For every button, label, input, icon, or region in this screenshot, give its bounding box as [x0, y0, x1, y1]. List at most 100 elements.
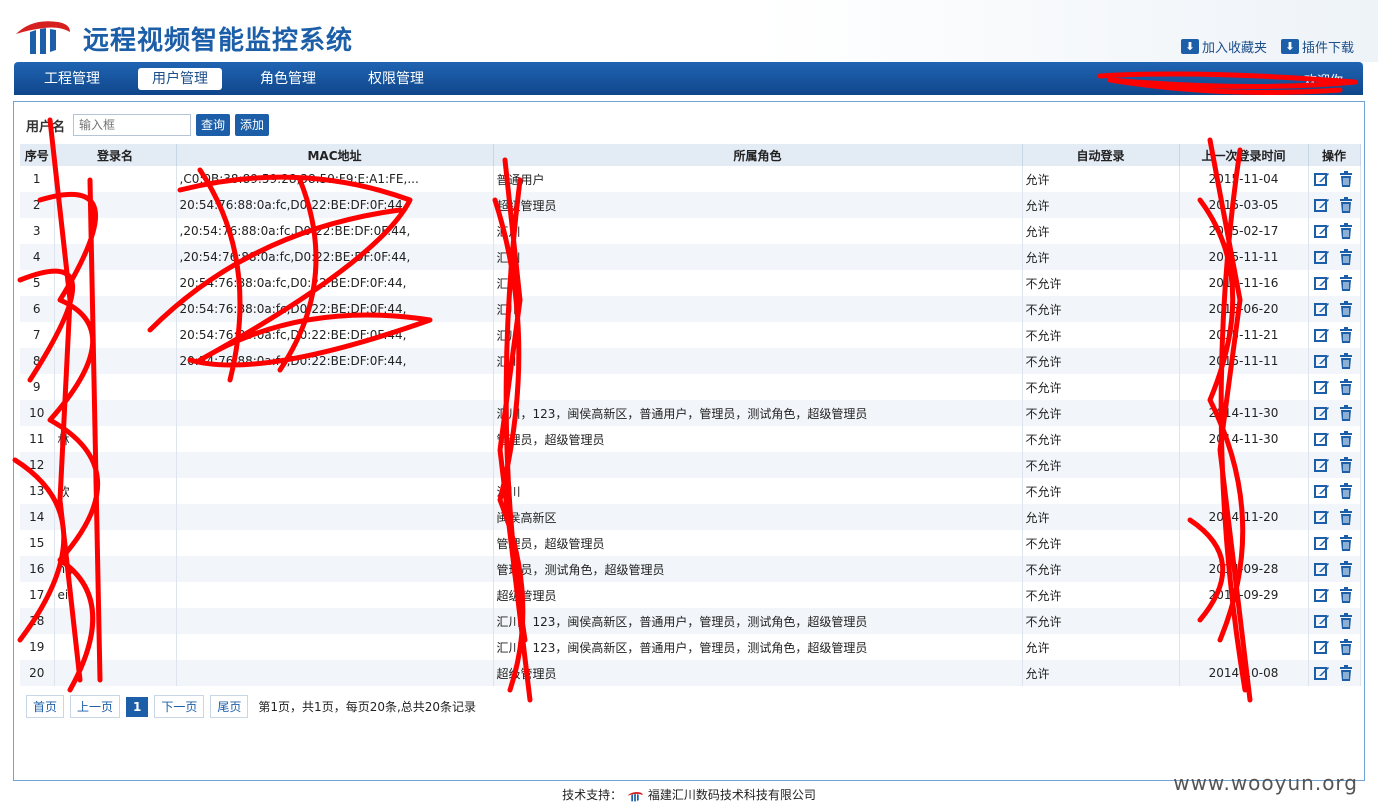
next-page-button[interactable]: 下一页: [154, 695, 205, 718]
edit-icon[interactable]: [1314, 665, 1330, 681]
table-row: 4 ,20:54:76:88:0a:fc,D0:22:BE:DF:0F:44, 汇川…: [20, 244, 1361, 270]
edit-icon[interactable]: [1314, 327, 1330, 343]
delete-icon[interactable]: [1338, 457, 1354, 473]
table-row: 1 ,C0:0B:38:89:59:28,38:59:F9:E:A1:FE,...…: [20, 166, 1361, 192]
edit-icon[interactable]: [1314, 535, 1330, 551]
cell-mac: [176, 426, 494, 452]
cell-login: ng: [54, 556, 177, 582]
delete-icon[interactable]: [1338, 197, 1354, 213]
prev-page-button[interactable]: 上一页: [70, 695, 121, 718]
cell-mac: 20:54:76:88:0a:fc,D0:22:BE:DF:0F:44,: [176, 296, 494, 322]
cell-role: 汇川: [493, 322, 1023, 348]
delete-icon[interactable]: [1338, 171, 1354, 187]
delete-icon[interactable]: [1338, 275, 1354, 291]
delete-icon[interactable]: [1338, 301, 1354, 317]
footer-logo-icon: [627, 791, 643, 801]
username-label: 用户名: [26, 119, 66, 135]
table-row: 14 闽侯高新区 允许 2014-11-20: [20, 504, 1361, 530]
table-row: 7 20:54:76:88:0a:fc,D0:22:BE:DF:0F:44, 汇川不…: [20, 322, 1361, 348]
edit-icon[interactable]: [1314, 249, 1330, 265]
delete-icon[interactable]: [1338, 405, 1354, 421]
current-page[interactable]: 1: [126, 696, 149, 717]
cell-actions: [1308, 530, 1361, 556]
edit-icon[interactable]: [1314, 431, 1330, 447]
edit-icon[interactable]: [1314, 275, 1330, 291]
first-page-button[interactable]: 首页: [26, 695, 65, 718]
edit-icon[interactable]: [1314, 197, 1330, 213]
edit-icon[interactable]: [1314, 639, 1330, 655]
table-row: 19 汇川，123，闽侯高新区，普通用户，管理员，测试角色，超级管理员 允许: [20, 634, 1361, 660]
nav-role-management[interactable]: 角色管理: [246, 68, 330, 90]
cell-last-login: 2015-11-04: [1179, 166, 1309, 192]
nav-user-management[interactable]: 用户管理: [138, 68, 222, 90]
watermark: www.wooyun.org: [1173, 771, 1358, 795]
cell-role: 汇川，123，闽侯高新区，普通用户，管理员，测试角色，超级管理员: [493, 634, 1023, 660]
add-button[interactable]: 添加: [235, 114, 270, 136]
delete-icon[interactable]: [1338, 535, 1354, 551]
nav-permission-management[interactable]: 权限管理: [354, 68, 438, 90]
footer-prefix: 技术支持：: [562, 788, 623, 802]
edit-icon[interactable]: [1314, 457, 1330, 473]
cell-auto-login: 允许: [1022, 192, 1180, 218]
delete-icon[interactable]: [1338, 327, 1354, 343]
delete-icon[interactable]: [1338, 561, 1354, 577]
cell-role: 汇川: [493, 218, 1023, 244]
delete-icon[interactable]: [1338, 639, 1354, 655]
cell-mac: [176, 660, 494, 686]
cell-no: 13: [20, 478, 55, 504]
cell-last-login: [1179, 374, 1309, 400]
cell-no: 16: [20, 556, 55, 582]
edit-icon[interactable]: [1314, 353, 1330, 369]
edit-icon[interactable]: [1314, 223, 1330, 239]
edit-icon[interactable]: [1314, 561, 1330, 577]
add-favorites-link[interactable]: ⬇ 加入收藏夹: [1180, 37, 1267, 56]
cell-login: 林: [54, 426, 177, 452]
cell-role: 超级管理员: [493, 192, 1023, 218]
delete-icon[interactable]: [1338, 587, 1354, 603]
delete-icon[interactable]: [1338, 353, 1354, 369]
last-page-button[interactable]: 尾页: [210, 695, 249, 718]
table-row: 15 管理员，超级管理员 不允许: [20, 530, 1361, 556]
cell-login: [54, 218, 177, 244]
delete-icon[interactable]: [1338, 249, 1354, 265]
welcome-text: 欢迎你: [1303, 74, 1343, 89]
cell-mac: ,20:54:76:88:0a:fc,D0:22:BE:DF:0F:44,: [176, 218, 494, 244]
app-title: 远程视频智能监控系统: [83, 26, 354, 56]
query-button[interactable]: 查询: [196, 114, 231, 136]
delete-icon[interactable]: [1338, 483, 1354, 499]
delete-icon[interactable]: [1338, 431, 1354, 447]
cell-auto-login: 允许: [1022, 634, 1180, 660]
delete-icon[interactable]: [1338, 613, 1354, 629]
edit-icon[interactable]: [1314, 587, 1330, 603]
col-header-mac: MAC地址: [176, 144, 494, 166]
edit-icon[interactable]: [1314, 379, 1330, 395]
username-input[interactable]: [73, 114, 192, 136]
edit-icon[interactable]: [1314, 483, 1330, 499]
delete-icon[interactable]: [1338, 379, 1354, 395]
table-header-row: 序号 登录名 MAC地址 所属角色 自动登录 上一次登录时间 操作: [20, 144, 1361, 166]
cell-last-login: [1179, 634, 1309, 660]
edit-icon[interactable]: [1314, 171, 1330, 187]
cell-login: [54, 322, 177, 348]
delete-icon[interactable]: [1338, 665, 1354, 681]
cell-login: [54, 166, 177, 192]
edit-icon[interactable]: [1314, 405, 1330, 421]
cell-role: [493, 452, 1023, 478]
cell-auto-login: 不允许: [1022, 322, 1180, 348]
cell-mac: [176, 608, 494, 634]
cell-role: [493, 374, 1023, 400]
cell-last-login: 2015-03-05: [1179, 192, 1309, 218]
cell-mac: ,20:54:76:88:0a:fc,D0:22:BE:DF:0F:44,: [176, 244, 494, 270]
nav-project-management[interactable]: 工程管理: [30, 68, 114, 90]
edit-icon[interactable]: [1314, 301, 1330, 317]
cell-actions: [1308, 400, 1361, 426]
cell-actions: [1308, 296, 1361, 322]
cell-no: 8: [20, 348, 55, 374]
edit-icon[interactable]: [1314, 509, 1330, 525]
cell-auto-login: 不允许: [1022, 374, 1180, 400]
cell-no: 19: [20, 634, 55, 660]
edit-icon[interactable]: [1314, 613, 1330, 629]
delete-icon[interactable]: [1338, 509, 1354, 525]
plugin-download-link[interactable]: ⬇ 插件下载: [1280, 37, 1354, 56]
delete-icon[interactable]: [1338, 223, 1354, 239]
